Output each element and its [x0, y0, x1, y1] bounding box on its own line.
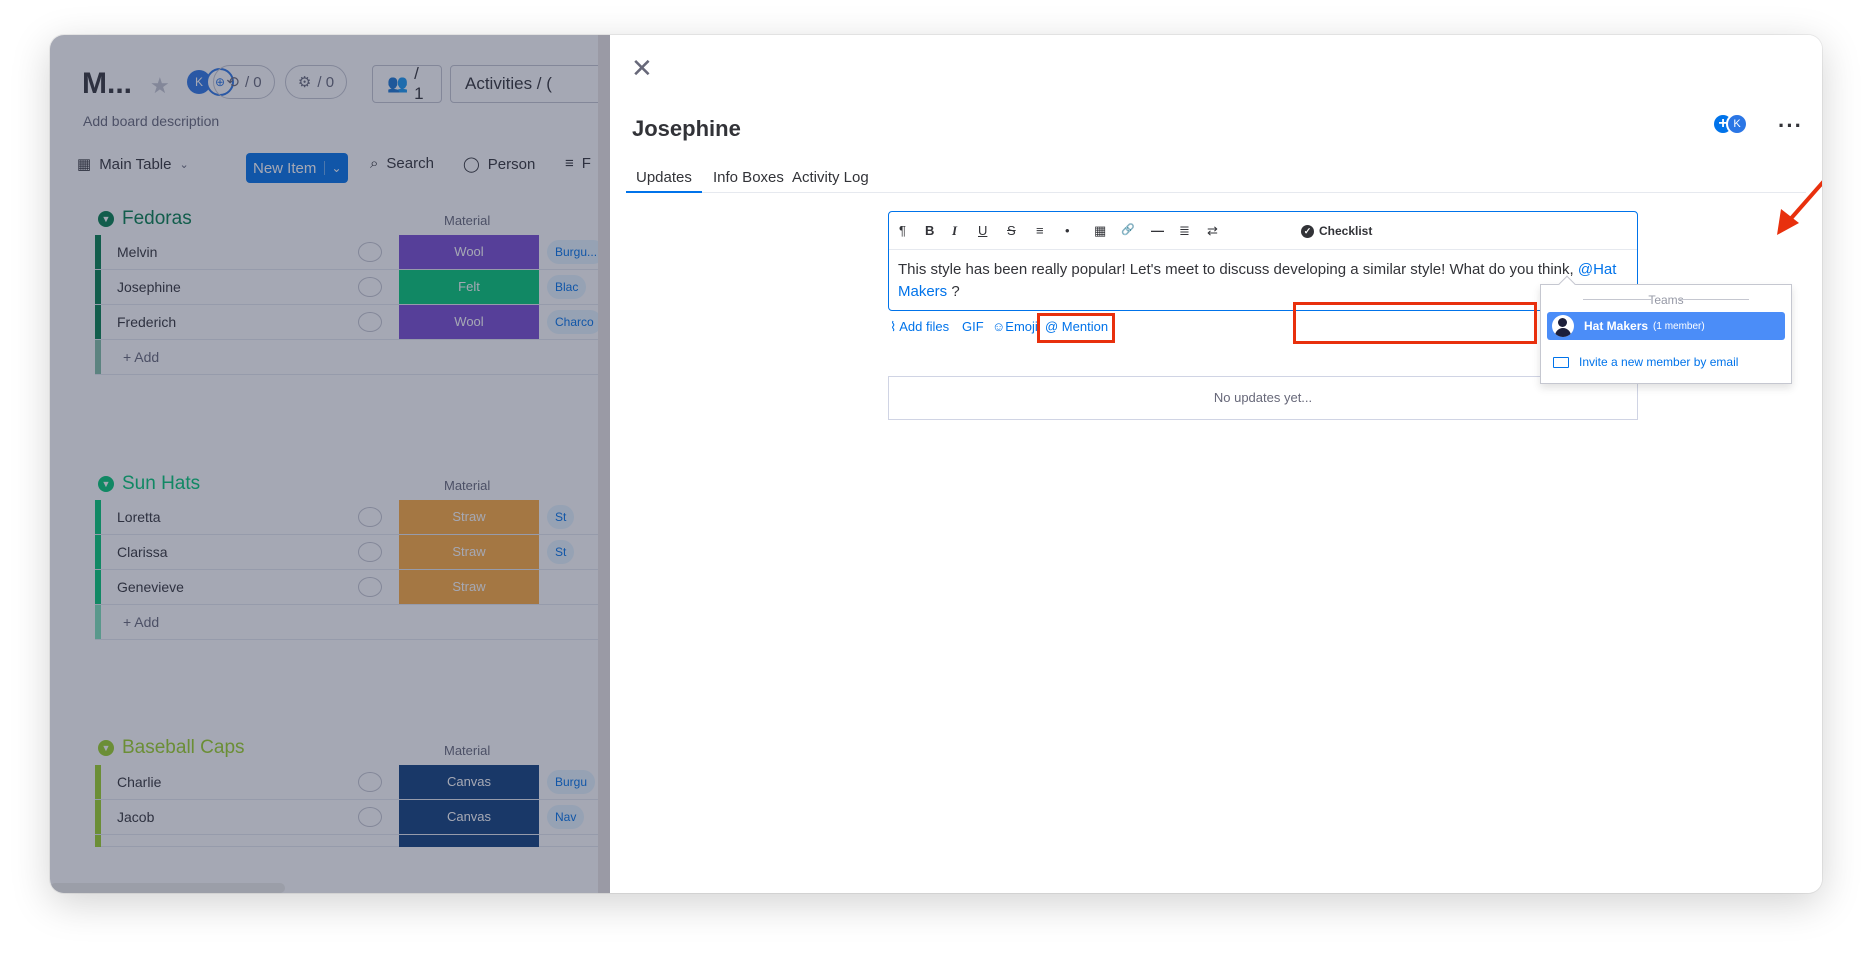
editor-content[interactable]: This style has been really popular! Let'… — [898, 259, 1618, 303]
annotation-arrow — [1777, 180, 1822, 235]
table-icon[interactable]: ▦ — [1094, 223, 1106, 239]
team-avatar-icon — [1552, 315, 1574, 337]
strikethrough-icon[interactable]: S — [1007, 223, 1016, 238]
checklist-label: Checklist — [1319, 224, 1373, 238]
dropdown-section-label: Teams — [1541, 293, 1791, 307]
underline-icon[interactable]: U — [978, 223, 987, 238]
subscribers[interactable]: + K — [1714, 113, 1748, 137]
link-icon[interactable]: 🔗 — [1121, 223, 1135, 236]
mention-highlight-box — [1037, 313, 1115, 343]
emoji-label: Emoji — [1005, 319, 1038, 334]
team-name: Hat Makers — [1584, 319, 1649, 333]
emoji-button[interactable]: ☺Emoji — [992, 319, 1038, 334]
bold-icon[interactable]: B — [925, 223, 934, 238]
add-files-button[interactable]: ⌇ Add files — [890, 319, 949, 335]
direction-icon[interactable]: ⇄ — [1207, 223, 1218, 239]
item-panel: ✕ Josephine + K ··· Updates Info Boxes A… — [610, 35, 1822, 893]
modal-overlay[interactable] — [50, 35, 610, 893]
mail-icon — [1553, 356, 1569, 368]
update-editor[interactable]: ¶ B I U S ≡ • ▦ 🔗 — ≣ ⇄ ✓ Checklist This… — [888, 211, 1638, 311]
tab-activity-log[interactable]: Activity Log — [782, 169, 879, 193]
invite-by-email-option[interactable]: Invite a new member by email — [1553, 355, 1738, 369]
paragraph-icon[interactable]: ¶ — [899, 223, 906, 238]
gif-button[interactable]: GIF — [962, 319, 984, 334]
update-text: This style has been really popular! Let'… — [898, 261, 1578, 278]
team-option[interactable]: Hat Makers (1 member) — [1547, 312, 1785, 340]
board-view: M... ★ K ⊕ ⟲/ 0 ⚙/ 0 👥/ 1 Activities / (… — [50, 35, 610, 893]
empty-updates: No updates yet... — [888, 376, 1638, 420]
tab-info-boxes[interactable]: Info Boxes — [703, 169, 794, 193]
checklist-button[interactable]: ✓ Checklist — [1301, 224, 1372, 238]
item-title[interactable]: Josephine — [632, 116, 741, 142]
invite-label: Invite a new member by email — [1579, 355, 1739, 369]
numbered-list-icon[interactable]: ≡ — [1036, 223, 1044, 238]
horizontal-scrollbar[interactable] — [50, 883, 285, 893]
divider-icon[interactable]: — — [1151, 223, 1164, 238]
paperclip-icon: ⌇ — [890, 319, 897, 334]
add-files-label: Add files — [899, 319, 950, 334]
close-icon[interactable]: ✕ — [631, 53, 653, 84]
italic-icon[interactable]: I — [952, 223, 957, 239]
update-text-end: ? — [947, 283, 960, 300]
team-member-count: (1 member) — [1653, 320, 1705, 332]
editor-toolbar: ¶ B I U S ≡ • ▦ 🔗 — ≣ ⇄ ✓ Checklist — [889, 212, 1637, 250]
team-highlight-box — [1293, 302, 1537, 344]
mention-dropdown: Teams Hat Makers (1 member) Invite a new… — [1540, 275, 1792, 384]
check-icon: ✓ — [1301, 224, 1314, 238]
smiley-icon: ☺ — [992, 319, 1006, 334]
bullet-list-icon[interactable]: • — [1065, 223, 1070, 238]
avatar[interactable]: K — [1726, 113, 1748, 135]
vertical-scrollbar[interactable] — [598, 35, 610, 893]
panel-tabs: Updates Info Boxes Activity Log — [626, 163, 1806, 193]
app-window: M... ★ K ⊕ ⟲/ 0 ⚙/ 0 👥/ 1 Activities / (… — [50, 35, 1822, 893]
align-icon[interactable]: ≣ — [1179, 223, 1190, 239]
tab-updates[interactable]: Updates — [626, 169, 702, 193]
